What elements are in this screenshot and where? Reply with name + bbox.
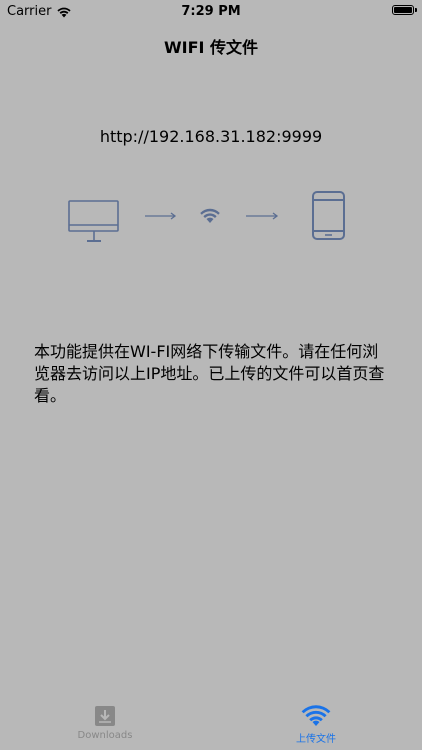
server-url: http://192.168.31.182:9999 (99, 127, 323, 146)
status-bar: Carrier 7:29 PM (0, 0, 422, 22)
tab-downloads-label: Downloads (77, 730, 133, 741)
tab-bar: Downloads 上传文件 (0, 700, 422, 750)
download-tray-icon (95, 706, 115, 726)
wifi-icon (301, 705, 331, 726)
wifi-icon (200, 208, 220, 223)
tab-upload-label: 上传文件 (296, 734, 336, 745)
arrow-right-icon (145, 212, 177, 220)
battery-icon (392, 5, 414, 15)
tab-downloads[interactable]: Downloads (35, 704, 175, 741)
page-title: WIFI 传文件 (163, 38, 259, 57)
instructions-text: 本功能提供在WI-FI网络下传输文件。请在任何浏览器去访问以上IP地址。已上传的… (34, 342, 385, 405)
tablet-icon (312, 191, 345, 240)
screen: Carrier 7:29 PM WIFI 传文件 http://192.168.… (0, 0, 422, 750)
tab-upload[interactable]: 上传文件 (246, 704, 386, 745)
desktop-monitor-icon (68, 200, 119, 242)
battery-level (394, 7, 412, 13)
arrow-right-icon (246, 212, 279, 220)
status-time: 7:29 PM (181, 4, 241, 19)
transfer-diagram (68, 191, 345, 242)
battery-tip (415, 8, 417, 12)
